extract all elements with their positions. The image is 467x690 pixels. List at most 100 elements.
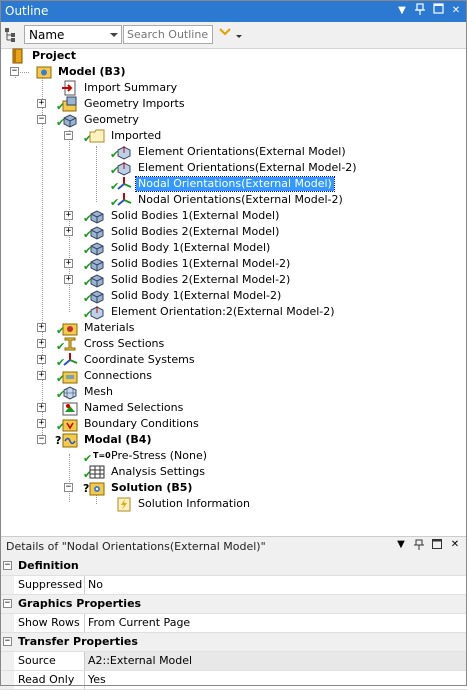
pin-icon[interactable]: [413, 3, 427, 18]
tree-connections-label: Connections: [84, 369, 152, 382]
outline-toolbar: Name: [0, 22, 467, 49]
tree-modal[interactable]: Modal (B4): [62, 432, 154, 448]
collapse-modal-toggle[interactable]: −: [37, 435, 46, 444]
property-value[interactable]: A2::External Model: [84, 652, 467, 670]
group-transfer-properties[interactable]: − Transfer Properties: [0, 633, 467, 652]
group-title: Definition: [18, 559, 79, 572]
search-box[interactable]: [123, 25, 216, 44]
tree-imported-item[interactable]: Nodal Orientations(External Model-2): [116, 192, 345, 208]
tree-body-label: Solid Bodies 2(External Model-2): [111, 273, 291, 286]
tree-body[interactable]: Solid Bodies 1(External Model): [89, 208, 281, 224]
property-value[interactable]: From Current Page: [84, 614, 467, 632]
options-dropdown-icon[interactable]: [236, 35, 242, 38]
expand-options-icon[interactable]: [218, 26, 232, 38]
maximize-icon[interactable]: [431, 3, 445, 18]
nodal-orientation-icon: [116, 192, 132, 208]
expand-boundary-conditions-toggle[interactable]: +: [37, 419, 46, 428]
chevron-down-icon: [110, 33, 118, 37]
model-icon: [36, 64, 52, 80]
dropdown-icon[interactable]: ▼: [395, 3, 409, 18]
pin-icon[interactable]: [413, 539, 425, 554]
tree-materials-label: Materials: [84, 321, 135, 334]
collapse-solution-toggle[interactable]: −: [64, 483, 73, 492]
tree-body[interactable]: Solid Body 1(External Model-2): [89, 288, 283, 304]
details-titlebar: Details of "Nodal Orientations(External …: [0, 536, 467, 558]
tree-connections[interactable]: Connections: [62, 368, 154, 384]
solid-body-icon: [89, 272, 105, 288]
expand-geometry-imports-toggle[interactable]: +: [37, 99, 46, 108]
collapse-geometry-toggle[interactable]: −: [37, 115, 46, 124]
tree-body[interactable]: Solid Bodies 2(External Model): [89, 224, 281, 240]
tree-geometry-imports-label: Geometry Imports: [84, 97, 185, 110]
tree-geometry-imports[interactable]: Geometry Imports: [62, 96, 187, 112]
property-value[interactable]: No: [84, 576, 467, 594]
property-row[interactable]: Show Rows From Current Page: [0, 614, 467, 633]
collapse-model-toggle[interactable]: −: [10, 67, 19, 76]
tree-analysis-settings[interactable]: Analysis Settings: [89, 464, 207, 480]
property-row[interactable]: Suppressed No: [0, 576, 467, 595]
tree-filter-icon[interactable]: [4, 27, 20, 43]
tree-imported-item[interactable]: Element Orientations(External Model-2): [116, 160, 359, 176]
tree-geometry-label: Geometry: [84, 113, 139, 126]
tree-solution[interactable]: Solution (B5): [89, 480, 194, 496]
tree-imported-item-selected[interactable]: Nodal Orientations(External Model): [116, 176, 335, 192]
geometry-imports-icon: [62, 96, 78, 112]
expand-named-selections-toggle[interactable]: +: [37, 403, 46, 412]
close-icon[interactable]: ✕: [449, 3, 463, 18]
tree-item-label: Nodal Orientations(External Model): [135, 176, 335, 192]
close-icon[interactable]: ✕: [449, 539, 461, 554]
tree-import-summary[interactable]: Import Summary: [62, 80, 179, 96]
property-row[interactable]: Read Only Yes: [0, 671, 467, 690]
tree-mesh[interactable]: Mesh: [62, 384, 115, 400]
property-key: Show Rows: [18, 616, 80, 629]
tree-pre-stress[interactable]: ✔ T=0 Pre-Stress (None): [83, 448, 209, 464]
search-input[interactable]: [124, 26, 216, 43]
tree-cross-sections[interactable]: Cross Sections: [62, 336, 166, 352]
expand-cross-sections-toggle[interactable]: +: [37, 339, 46, 348]
group-graphics-properties[interactable]: − Graphics Properties: [0, 595, 467, 614]
expand-body-toggle[interactable]: +: [64, 227, 73, 236]
tree-body[interactable]: Element Orientation:2(External Model-2): [89, 304, 337, 320]
expand-connections-toggle[interactable]: +: [37, 371, 46, 380]
property-row[interactable]: Source A2::External Model: [0, 652, 467, 671]
tree-body-label: Solid Bodies 1(External Model): [111, 209, 280, 222]
expand-body-toggle[interactable]: +: [64, 275, 73, 284]
tree-solution-information[interactable]: Solution Information: [116, 496, 252, 512]
tree-named-selections[interactable]: Named Selections: [62, 400, 185, 416]
tree-coordinate-systems[interactable]: Coordinate Systems: [62, 352, 197, 368]
collapse-group-toggle[interactable]: −: [3, 599, 12, 608]
details-grid: − Definition Suppressed No − Graphics Pr…: [0, 557, 467, 690]
collapse-imported-toggle[interactable]: −: [64, 131, 73, 140]
tree-boundary-conditions[interactable]: Boundary Conditions: [62, 416, 201, 432]
group-definition[interactable]: − Definition: [0, 557, 467, 576]
expand-coordinate-systems-toggle[interactable]: +: [37, 355, 46, 364]
maximize-icon[interactable]: [431, 539, 443, 554]
tree-body[interactable]: Solid Bodies 1(External Model-2): [89, 256, 292, 272]
pre-stress-badge: T=0: [93, 451, 111, 460]
tree-body-label: Solid Body 1(External Model): [111, 241, 271, 254]
import-summary-icon: [62, 80, 78, 96]
tree-body[interactable]: Solid Bodies 2(External Model-2): [89, 272, 292, 288]
tree-mesh-label: Mesh: [84, 385, 113, 398]
tree-imported-item[interactable]: Element Orientations(External Model): [116, 144, 348, 160]
tree-model[interactable]: Model (B3): [36, 64, 128, 80]
collapse-group-toggle[interactable]: −: [3, 561, 12, 570]
tree-project[interactable]: Project: [10, 48, 78, 64]
tree-body-label: Solid Bodies 1(External Model-2): [111, 257, 291, 270]
expand-materials-toggle[interactable]: +: [37, 323, 46, 332]
tree-body[interactable]: Solid Body 1(External Model): [89, 240, 272, 256]
tree-item-label: Element Orientations(External Model): [138, 145, 346, 158]
collapse-group-toggle[interactable]: −: [3, 637, 12, 646]
expand-body-toggle[interactable]: +: [64, 259, 73, 268]
dropdown-icon[interactable]: ▼: [395, 539, 407, 554]
tree-materials[interactable]: Materials: [62, 320, 136, 336]
property-value[interactable]: Yes: [84, 671, 467, 689]
tree-geometry[interactable]: Geometry: [62, 112, 141, 128]
tree-solution-information-label: Solution Information: [138, 497, 250, 510]
project-icon: [10, 48, 26, 64]
element-orientation-icon: [116, 160, 132, 176]
nodal-orientation-icon: [116, 176, 132, 192]
tree-imported[interactable]: Imported: [89, 128, 163, 144]
filter-dropdown[interactable]: Name: [24, 25, 122, 44]
expand-body-toggle[interactable]: +: [64, 211, 73, 220]
